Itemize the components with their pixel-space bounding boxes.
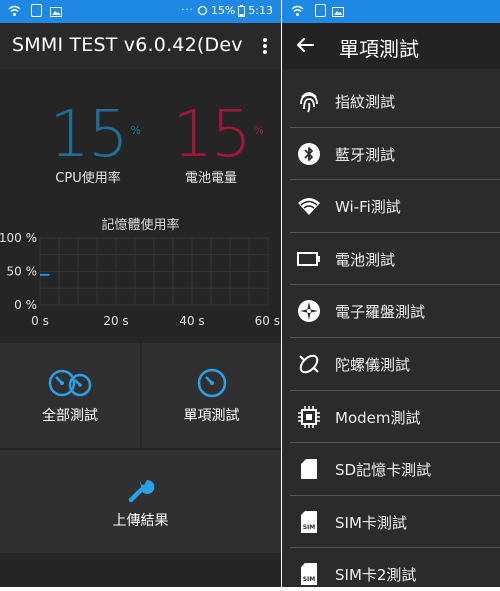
test-item-label: Wi-Fi測試	[335, 198, 401, 217]
x-tick-label: 20 s	[103, 314, 128, 328]
cpu-value: 15%	[49, 98, 141, 172]
x-tick-label: 0 s	[31, 314, 49, 328]
sim-status-icon	[31, 4, 42, 17]
y-tick-label: 0 %	[14, 298, 37, 312]
test-item-label: 電子羅盤測試	[335, 303, 426, 322]
test-item-2[interactable]: 藍牙測試	[282, 128, 500, 180]
test-item-label: Modem測試	[335, 408, 421, 427]
upload-results-label: 上傳結果	[112, 512, 169, 529]
app-bar: 單項測試	[282, 23, 500, 69]
gauge-icon	[197, 368, 226, 397]
all-tests-label: 全部測試	[42, 407, 98, 424]
single-tests-label: 單項測試	[183, 407, 240, 424]
battery-value: 15%	[172, 98, 264, 172]
status-right: ··· 15% 5:13	[181, 4, 273, 17]
test-item-7[interactable]: Modem測試	[282, 391, 500, 443]
wrench-icon	[128, 479, 154, 502]
cpu-gauge: 15% CPU使用率	[33, 103, 143, 186]
wifi-status-icon	[8, 5, 21, 16]
single-tests-button[interactable]: 單項測試	[142, 343, 281, 448]
app-bar: SMMI TEST v6.0.42(Device	[0, 23, 281, 69]
clock: 5:13	[248, 4, 273, 17]
upload-results-button[interactable]: 上傳結果	[0, 450, 281, 553]
status-bar: ··· 15% 5:13	[0, 0, 281, 23]
test-item-4[interactable]: 電池測試	[282, 233, 500, 285]
battery-percent: 15%	[210, 4, 236, 17]
test-item-6[interactable]: 陀螺儀測試	[282, 338, 500, 390]
y-tick-label: 100 %	[0, 231, 37, 245]
test-item-5[interactable]: 電子羅盤測試	[282, 285, 500, 337]
dual-gauge-icon	[48, 369, 92, 396]
back-arrow-icon[interactable]	[294, 34, 316, 56]
test-item-label: SIM卡2測試	[335, 566, 417, 585]
test-item-label: SIM卡測試	[335, 513, 407, 532]
svg-text:SIM: SIM	[303, 576, 316, 583]
test-item-3[interactable]: Wi-Fi測試	[282, 180, 500, 232]
main-screen: ··· 15% 5:13 SMMI TEST v6.0.42(Device 15…	[0, 0, 281, 587]
test-item-8[interactable]: SD記憶卡測試	[282, 443, 500, 495]
test-item-10[interactable]: SIM SIM卡2測試	[282, 548, 500, 587]
all-tests-button[interactable]: 全部測試	[0, 343, 140, 448]
svg-text:SIM: SIM	[303, 524, 316, 531]
image-notification-icon	[50, 7, 62, 17]
sim-status-icon	[315, 4, 326, 17]
wifi-status-icon	[291, 5, 304, 16]
test-item-label: SD記憶卡測試	[335, 461, 432, 480]
battery-status-icon	[238, 4, 246, 17]
battery-gauge: 15% 電池電量	[156, 103, 266, 186]
single-test-screen: 單項測試 指紋測試藍牙測試 Wi-Fi測試 電池測試電子羅盤測試 陀螺儀測試 Modem…	[282, 0, 500, 587]
sync-icon	[197, 5, 207, 16]
y-tick-label: 50 %	[7, 265, 38, 279]
page-title: 單項測試	[339, 37, 419, 61]
test-item-label: 陀螺儀測試	[335, 356, 411, 374]
image-notification-icon	[332, 7, 344, 17]
overflow-menu-icon[interactable]	[259, 36, 271, 56]
x-tick-label: 60 s	[255, 314, 280, 328]
test-item-label: 電池測試	[335, 250, 396, 269]
app-title: SMMI TEST v6.0.42(Device	[12, 34, 244, 56]
test-item-1[interactable]: 指紋測試	[282, 75, 500, 127]
status-bar	[282, 0, 500, 23]
test-item-9[interactable]: SIM SIM卡測試	[282, 496, 500, 548]
x-tick-label: 40 s	[179, 314, 204, 328]
test-item-label: 指紋測試	[335, 93, 396, 111]
more-notifications-icon: ···	[181, 5, 194, 16]
memory-chart: 100 % 50 % 0 % 0 s 20 s 40 s 60 s	[0, 231, 280, 328]
test-item-label: 藍牙測試	[335, 145, 396, 164]
action-tiles: 全部測試 單項測試 上傳結果	[0, 343, 281, 553]
